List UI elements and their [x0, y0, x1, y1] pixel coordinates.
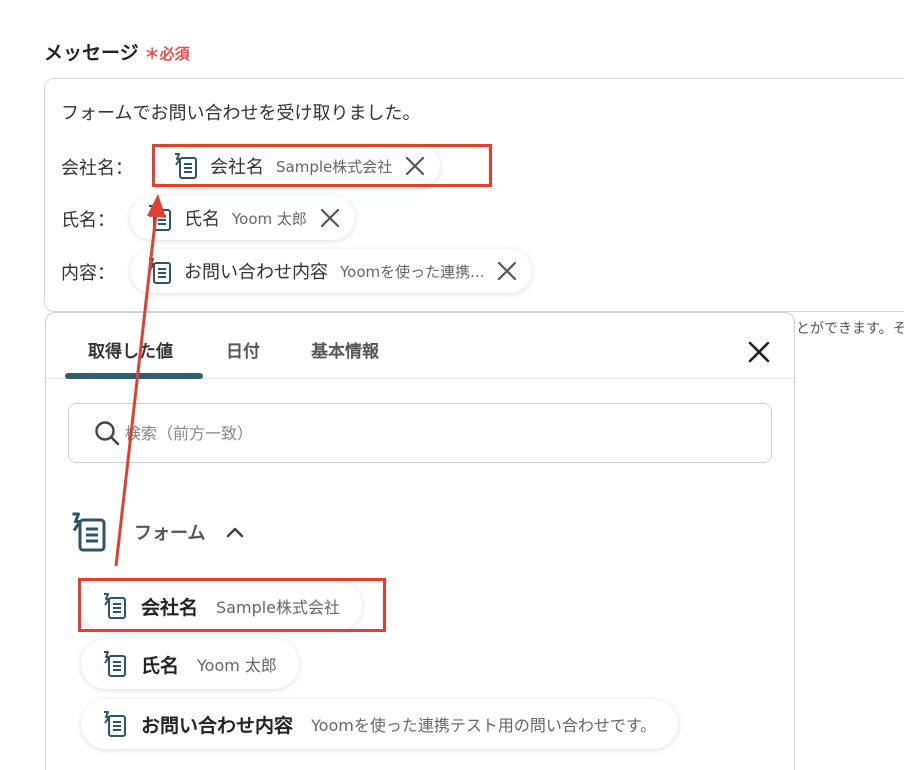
- item-name: 氏名: [141, 654, 180, 677]
- chip-value: Yoom 太郎: [232, 209, 307, 228]
- item-value: Yoomを使った連携テスト用の問い合わせです。: [311, 716, 657, 735]
- section-title: フォーム: [134, 523, 206, 544]
- field-title: メッセージ: [44, 42, 139, 64]
- tab-basic-info[interactable]: 基本情報: [311, 337, 379, 362]
- helper-text-fragment: とができます。そ: [796, 321, 904, 337]
- panel-tabs: 取得した値 日付 基本情報: [46, 313, 794, 379]
- message-intro-text: フォームでお問い合わせを受け取りました。: [61, 103, 421, 124]
- tab-retrieved-values[interactable]: 取得した値: [88, 337, 173, 362]
- chip-value: Yoomを使った連携...: [340, 262, 485, 281]
- section-header-form[interactable]: フォーム: [68, 509, 245, 555]
- list-item[interactable]: 氏名 Yoom 太郎: [81, 639, 299, 689]
- search-box: [68, 403, 772, 463]
- close-icon[interactable]: [494, 258, 520, 284]
- list-item[interactable]: お問い合わせ内容 Yoomを使った連携テスト用の問い合わせです。: [81, 699, 679, 749]
- field-label: メッセージ ＊必須: [44, 38, 190, 65]
- search-input[interactable]: [125, 418, 725, 448]
- row-label-content: 内容：: [61, 263, 115, 284]
- chip-name: 氏名: [184, 209, 220, 230]
- close-icon[interactable]: [742, 335, 776, 369]
- chip-name: お問い合わせ内容: [184, 262, 328, 283]
- variable-picker-panel: 取得した値 日付 基本情報 フォーム 会社名 Sample株式会社 氏名 Yoo…: [45, 312, 795, 770]
- chevron-up-icon[interactable]: [225, 525, 245, 539]
- highlight-box-chip: [152, 144, 492, 187]
- form-field-icon: [101, 650, 129, 678]
- variable-chip-content[interactable]: お問い合わせ内容 Yoomを使った連携...: [130, 249, 533, 293]
- active-tab-indicator: [65, 373, 203, 379]
- form-field-icon: [68, 509, 110, 555]
- required-badge: ＊必須: [144, 45, 190, 63]
- item-value: Yoom 太郎: [197, 656, 277, 675]
- close-icon[interactable]: [317, 205, 343, 231]
- form-field-icon: [101, 710, 129, 738]
- item-name: お問い合わせ内容: [141, 714, 294, 737]
- form-field-icon: [146, 204, 174, 232]
- form-field-icon: [146, 257, 174, 285]
- tab-date[interactable]: 日付: [226, 337, 260, 362]
- variable-chip-name[interactable]: 氏名 Yoom 太郎: [130, 196, 355, 240]
- row-label-name: 氏名：: [61, 210, 115, 231]
- search-icon: [95, 421, 120, 446]
- highlight-box-item: [78, 578, 386, 632]
- row-label-company: 会社名：: [61, 158, 133, 179]
